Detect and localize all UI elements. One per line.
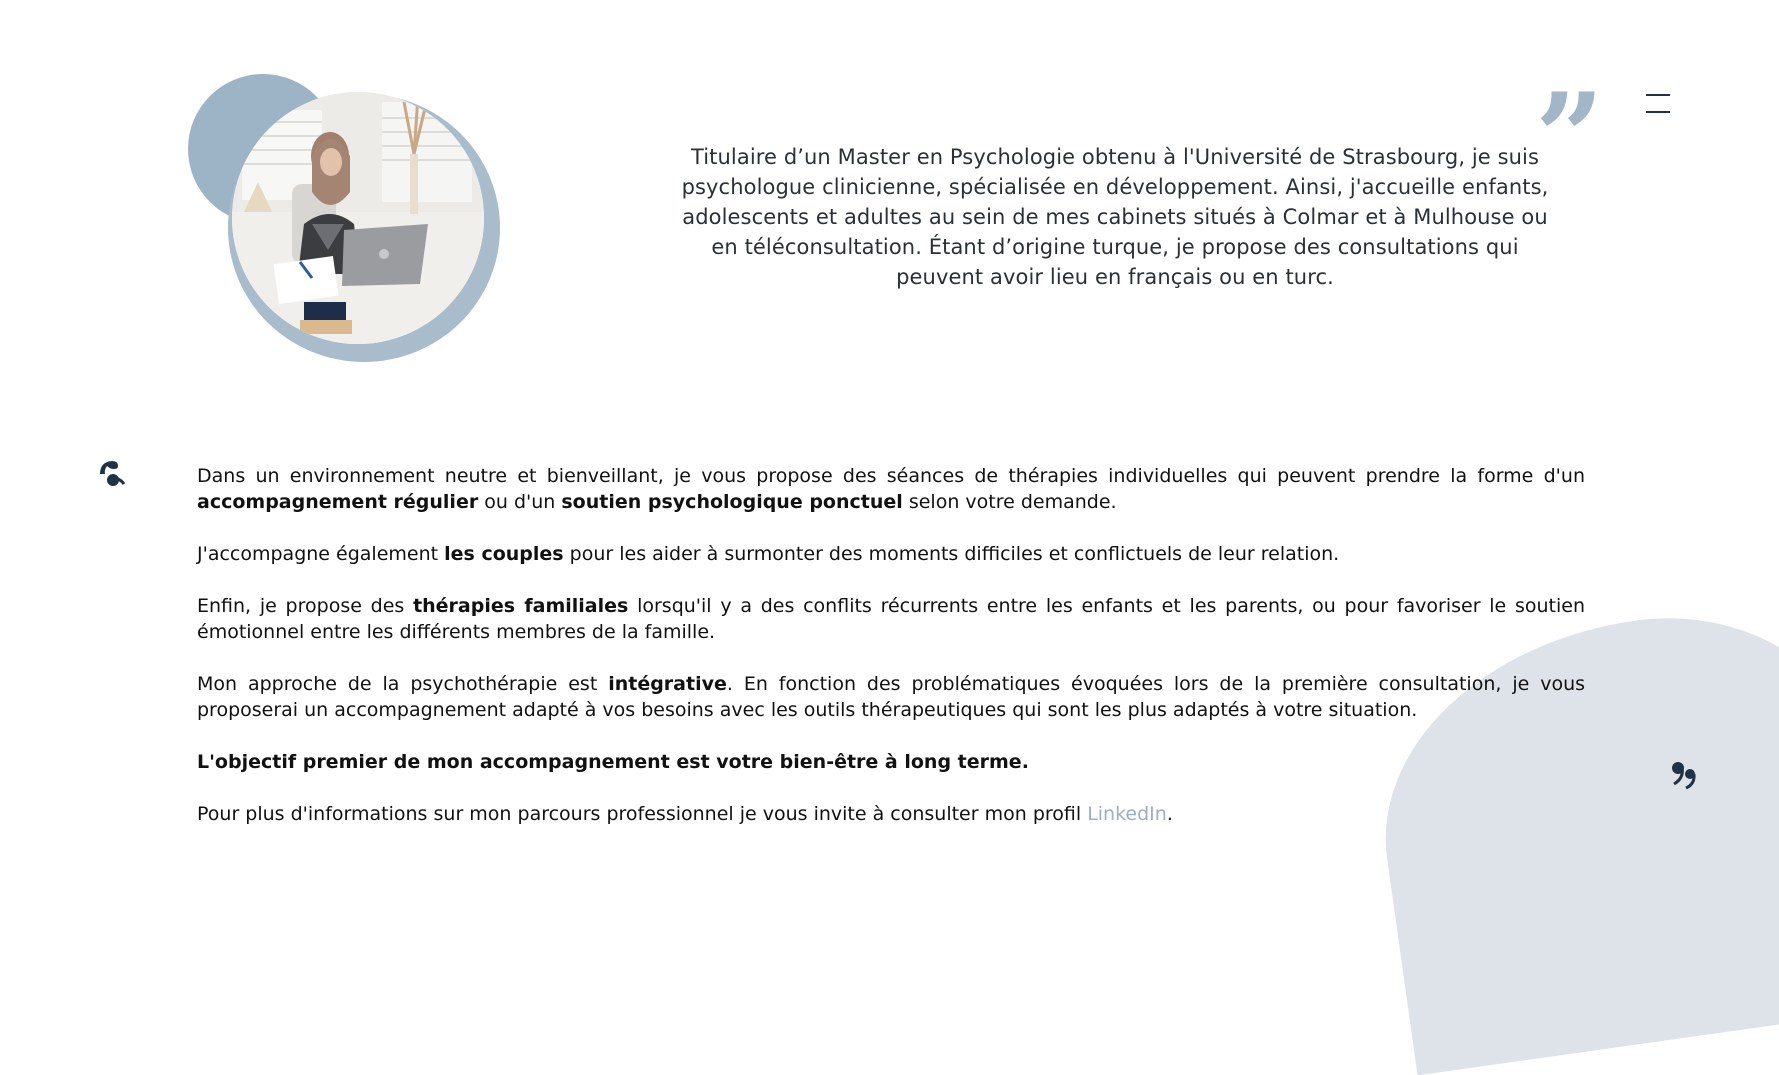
paragraph-therapies: Dans un environnement neutre et bienveil… <box>197 465 1585 513</box>
comma-close-icon <box>1672 762 1696 790</box>
linkedin-link[interactable]: LinkedIn <box>1087 803 1167 825</box>
menu-icon-bar <box>1646 111 1670 113</box>
main-content: Dans un environnement neutre et bienveil… <box>197 463 1585 853</box>
intro-text: Titulaire d’un Master en Psychologie obt… <box>681 145 1549 289</box>
paragraph-couples: J'accompagne également les couples pour … <box>197 543 1340 565</box>
paragraph-goal: L'objectif premier de mon accompagnement… <box>197 751 1029 773</box>
comma-open-icon <box>100 461 126 486</box>
paragraph-linkedin: Pour plus d'informations sur mon parcour… <box>197 803 1173 825</box>
menu-icon-bar <box>1646 94 1670 96</box>
menu-icon[interactable] <box>1646 94 1670 114</box>
profile-photo-group <box>188 74 508 364</box>
paragraph-family: Enfin, je propose des thérapies familial… <box>197 595 1586 643</box>
profile-photo <box>232 92 484 344</box>
paragraph-approach: Mon approche de la psychothérapie est in… <box>197 673 1586 721</box>
